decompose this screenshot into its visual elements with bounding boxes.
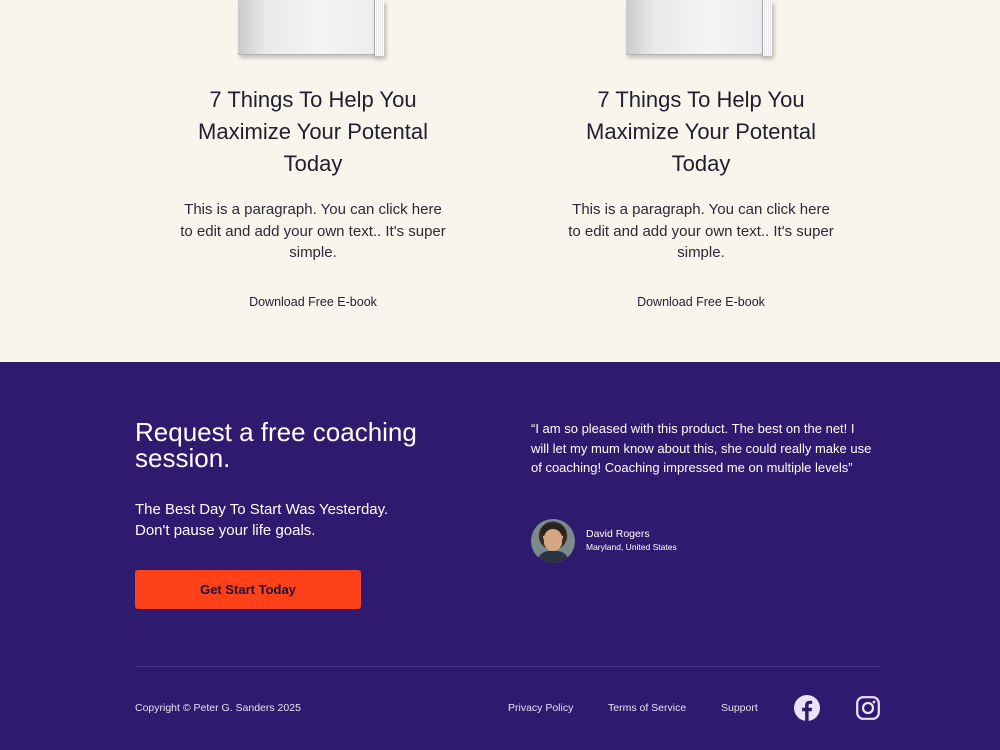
ebook-card: 7 Things To Help You Maximize Your Poten… [163, 0, 463, 311]
get-started-button[interactable]: Get Start Today [135, 570, 361, 609]
download-ebook-link[interactable]: Download Free E-book [637, 295, 765, 309]
ebook-cover-image [626, 0, 776, 58]
download-ebook-link[interactable]: Download Free E-book [249, 295, 377, 309]
author-name: David Rogers [586, 528, 650, 540]
cta-subtitle: The Best Day To Start Was Yesterday. Don… [135, 499, 455, 541]
testimonial-quote: “I am so pleased with this product. The … [531, 421, 872, 475]
privacy-policy-link[interactable]: Privacy Policy [508, 702, 573, 714]
ebook-description: This is a paragraph. You can click here … [568, 201, 834, 261]
author-location: Maryland, United States [586, 542, 677, 552]
support-link[interactable]: Support [721, 702, 758, 714]
avatar [531, 519, 575, 563]
ebook-title: 7 Things To Help You Maximize Your Poten… [198, 87, 428, 176]
ebook-description: This is a paragraph. You can click here … [180, 201, 446, 261]
footer-divider [135, 666, 880, 667]
facebook-icon[interactable] [794, 695, 820, 721]
ebook-cover-image [238, 0, 388, 58]
testimonial-author: David Rogers Maryland, United States [531, 519, 831, 563]
terms-of-service-link[interactable]: Terms of Service [608, 702, 686, 714]
cta-subtitle-line: The Best Day To Start Was Yesterday. [135, 501, 389, 518]
instagram-icon[interactable] [856, 696, 880, 720]
coaching-cta-section: Request a free coaching session. The Bes… [0, 362, 1000, 750]
ebooks-section: 7 Things To Help You Maximize Your Poten… [0, 0, 1000, 362]
ebook-title: 7 Things To Help You Maximize Your Poten… [586, 87, 816, 176]
cta-title: Request a free coaching session. [135, 417, 417, 473]
ebook-card: 7 Things To Help You Maximize Your Poten… [551, 0, 851, 311]
copyright-text: Copyright © Peter G. Sanders 2025 [135, 702, 301, 714]
cta-subtitle-line: Don't pause your life goals. [135, 522, 316, 539]
